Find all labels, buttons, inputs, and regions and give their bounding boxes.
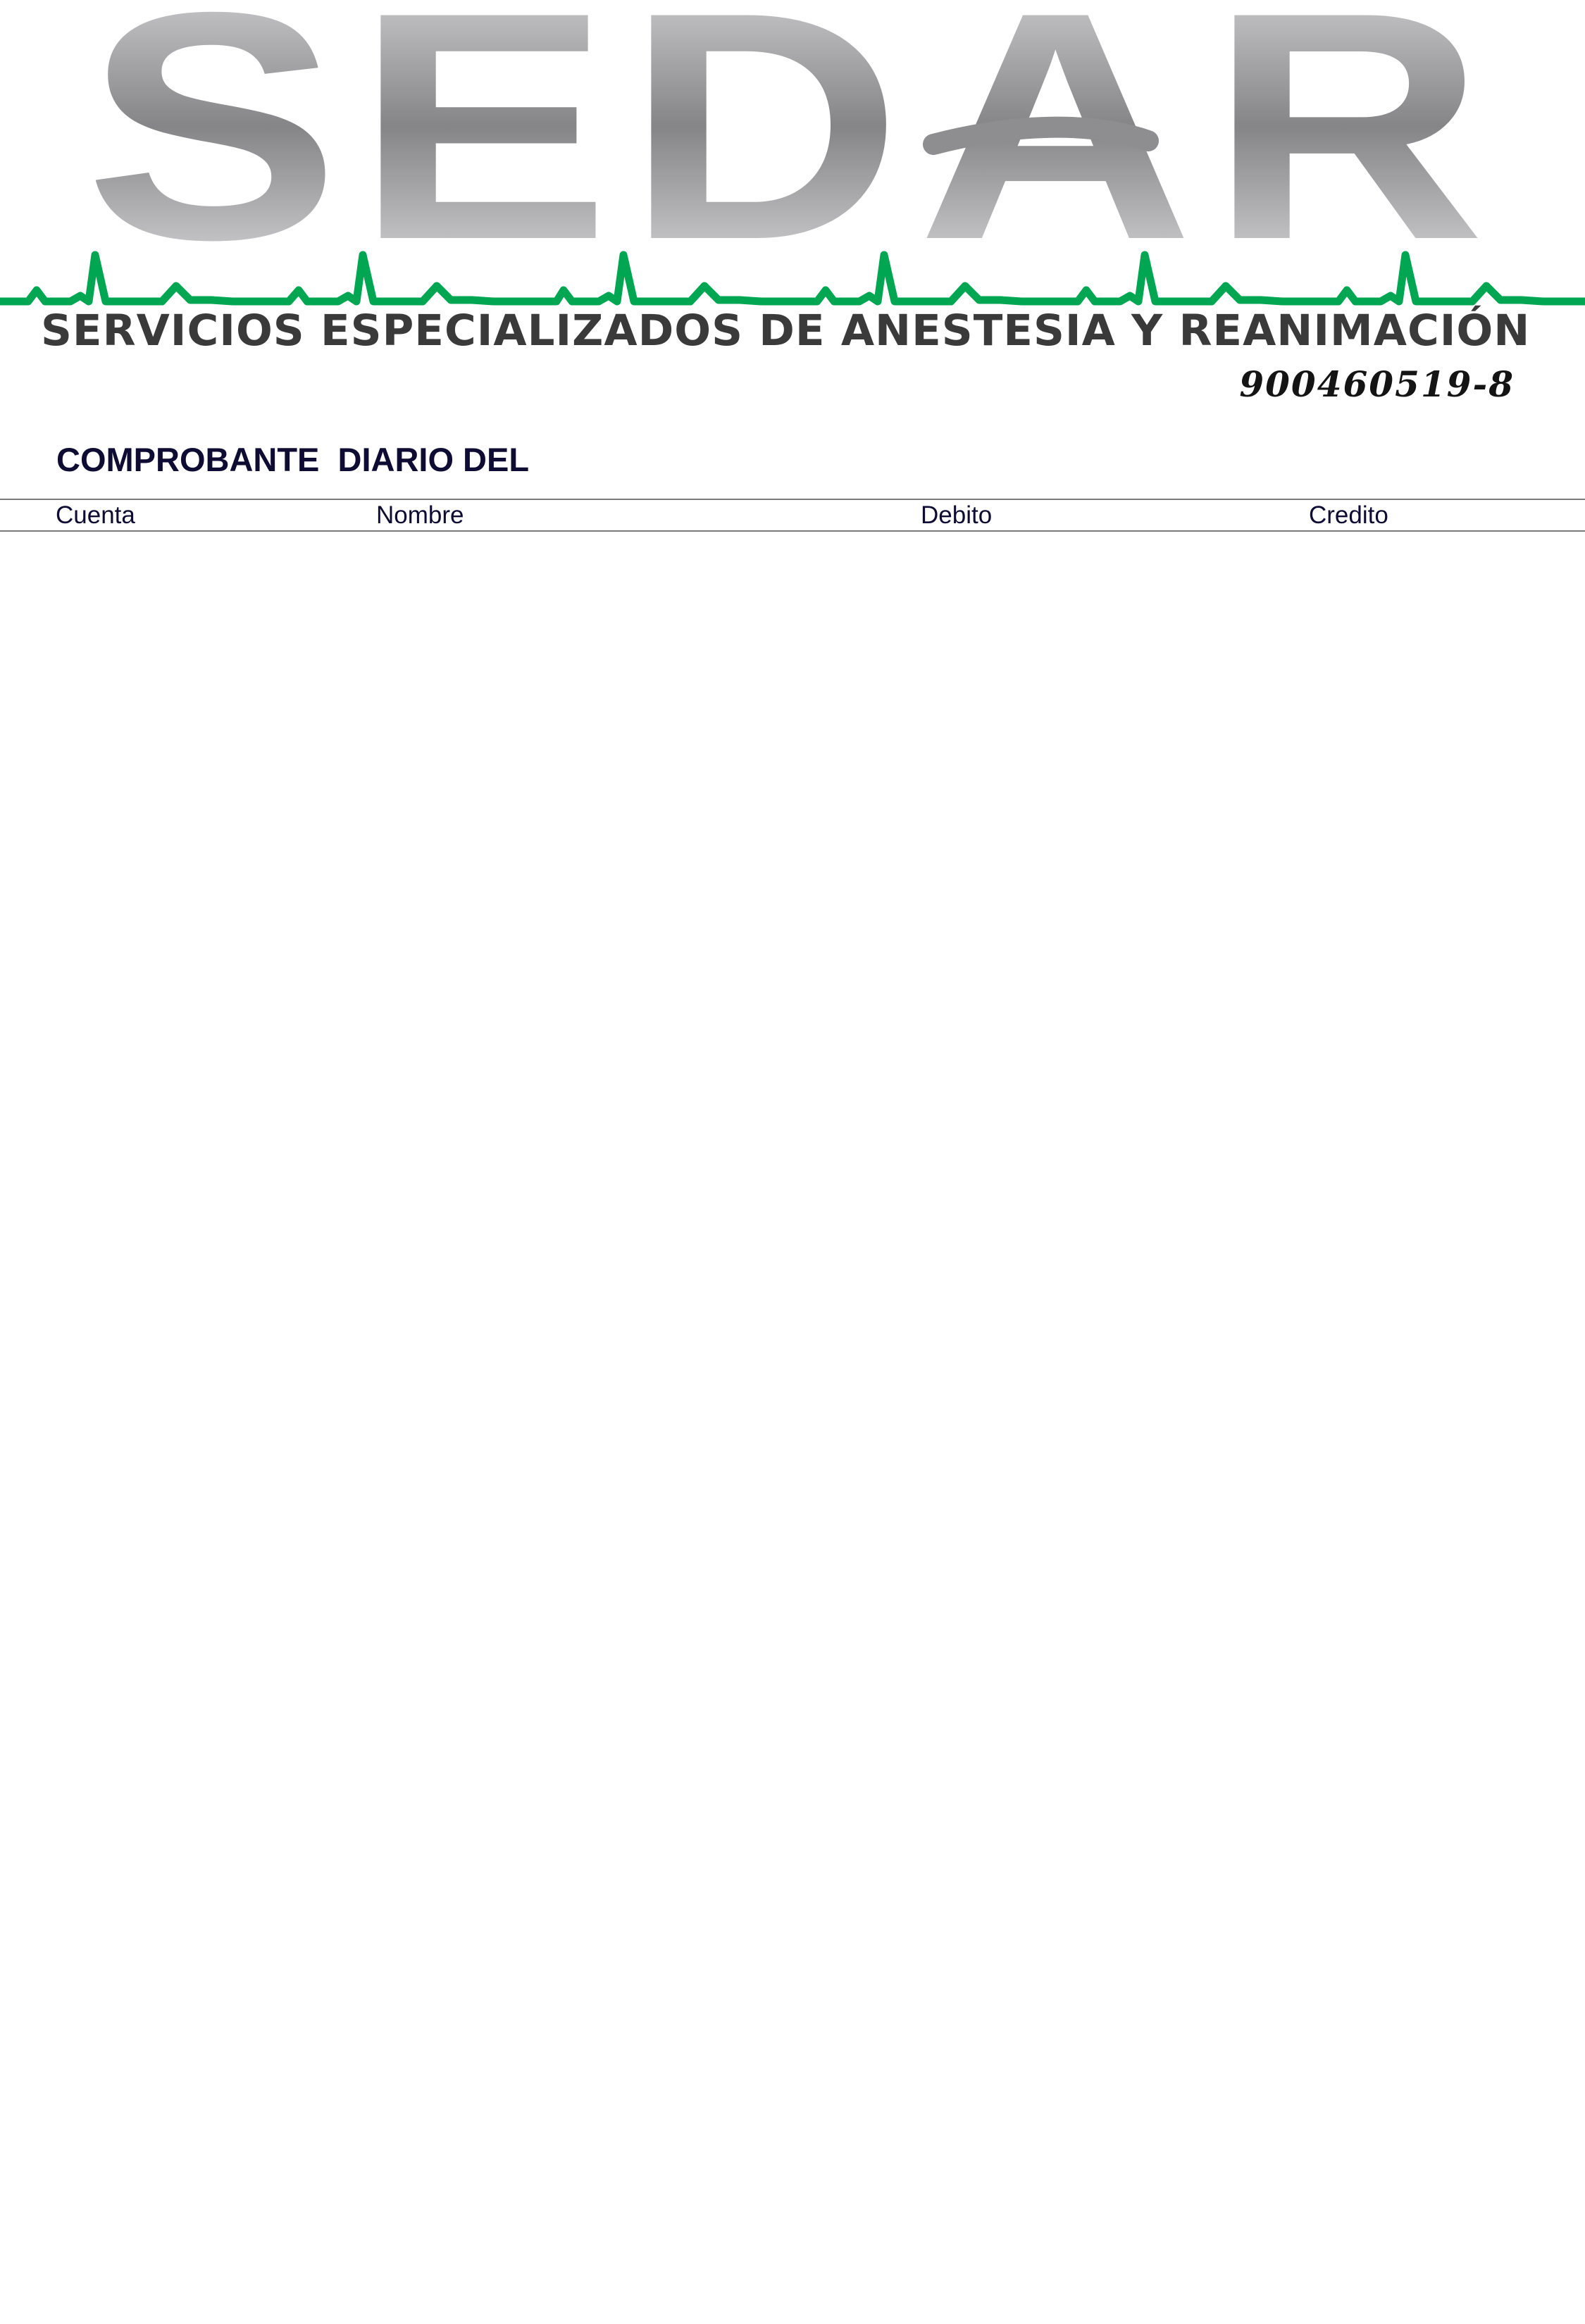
- column-header-credito: Credito: [1309, 501, 1388, 529]
- column-header-debito: Debito: [921, 501, 993, 529]
- company-nit: 900460519-8: [1239, 363, 1515, 405]
- table-body: [0, 535, 1585, 2296]
- company-name: SERVICIOS ESPECIALIZADOS DE ANESTESIA Y …: [41, 306, 1531, 356]
- logo-wordmark: SEDAR: [85, 0, 1500, 307]
- column-header-nombre: Nombre: [376, 501, 464, 529]
- column-header-cuenta: Cuenta: [56, 501, 135, 529]
- company-header: SEDAR SERVICIOS ESPECIALIZADOS DE ANESTE…: [0, 0, 1585, 423]
- voucher-title: COMPROBANTE DIARIO DEL: [56, 441, 530, 478]
- table-header: Cuenta Nombre Debito Credito: [0, 499, 1585, 532]
- sedar-logo-graphic: SEDAR: [0, 0, 1585, 307]
